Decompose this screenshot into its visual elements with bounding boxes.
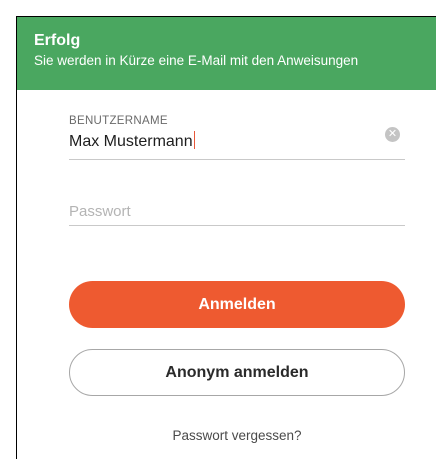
login-screen: Erfolg Sie werden in Kürze eine E-Mail m… — [16, 16, 436, 459]
success-banner: Erfolg Sie werden in Kürze eine E-Mail m… — [17, 17, 436, 90]
password-input[interactable] — [69, 202, 405, 222]
banner-message: Sie werden in Kürze eine E-Mail mit den … — [34, 53, 359, 68]
password-field[interactable] — [69, 202, 405, 226]
forgot-password-link[interactable]: Passwort vergessen? — [69, 428, 405, 443]
username-label: BENUTZERNAME — [69, 115, 168, 127]
text-cursor — [193, 131, 195, 149]
username-field[interactable]: BENUTZERNAME Max Mustermann ✕ — [69, 114, 405, 160]
username-value[interactable]: Max Mustermann — [69, 132, 193, 152]
anonymous-login-button[interactable]: Anonym anmelden — [69, 349, 405, 396]
login-button[interactable]: Anmelden — [69, 281, 405, 328]
clear-icon[interactable]: ✕ — [385, 127, 400, 142]
banner-title: Erfolg — [34, 32, 81, 49]
